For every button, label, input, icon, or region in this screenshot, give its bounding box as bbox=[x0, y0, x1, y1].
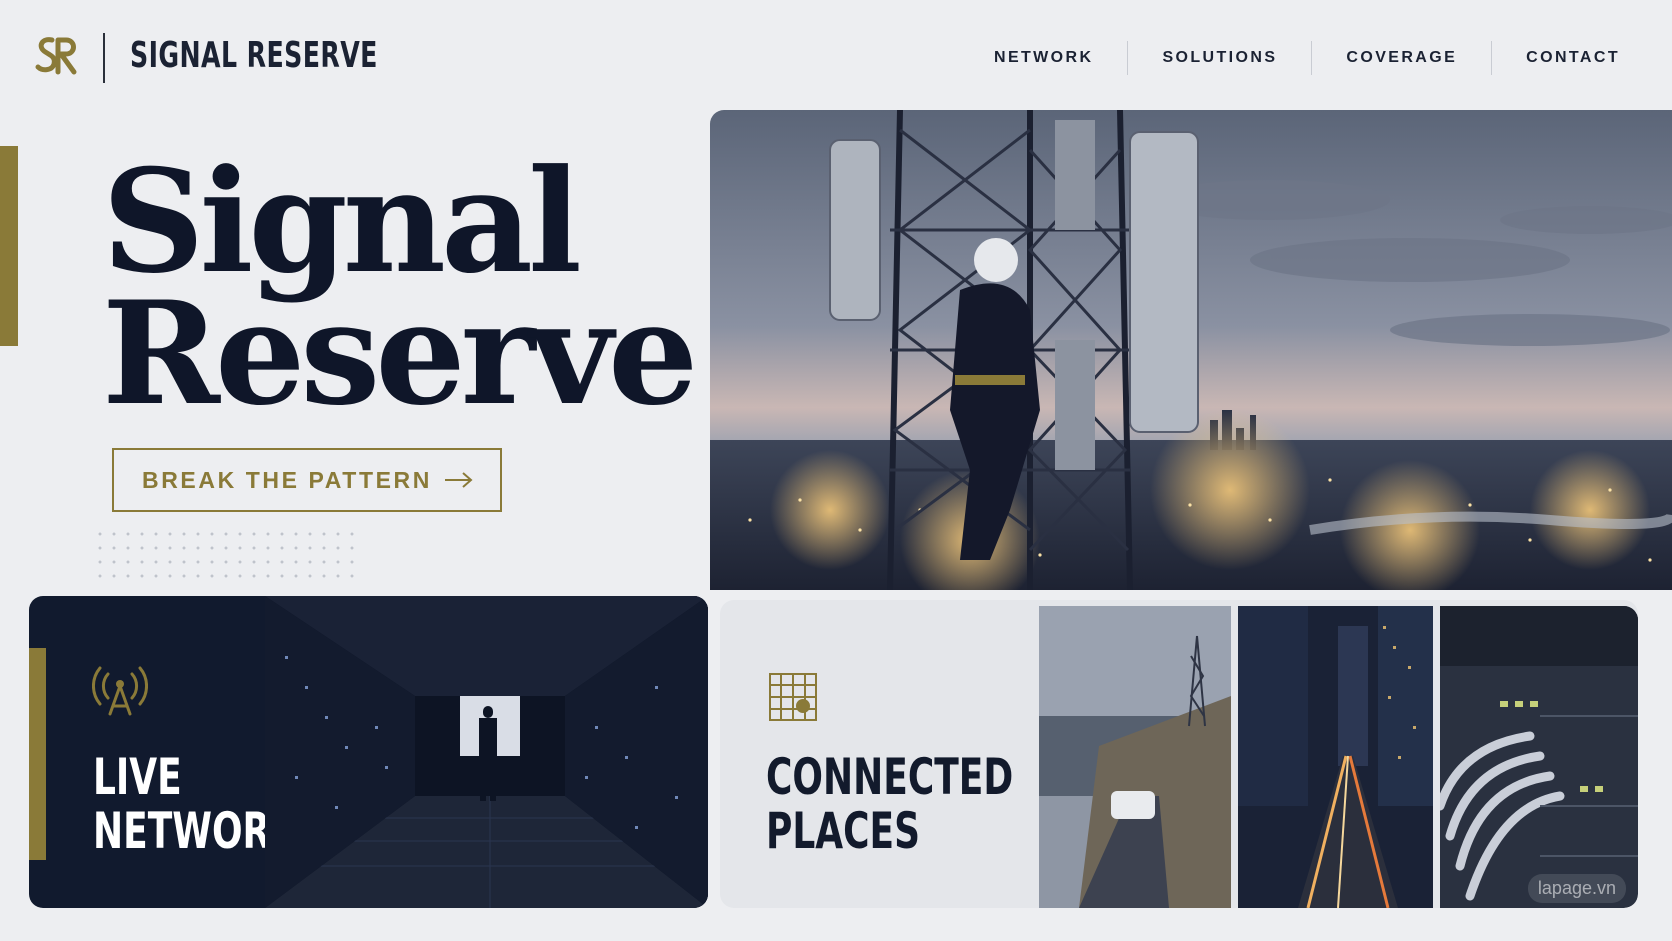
dot-pattern bbox=[93, 527, 363, 583]
logo-divider bbox=[103, 33, 105, 83]
main-nav: NETWORK SOLUTIONS COVERAGE CONTACT bbox=[960, 40, 1620, 76]
nav-network[interactable]: NETWORK bbox=[960, 40, 1127, 76]
nav-coverage[interactable]: COVERAGE bbox=[1312, 40, 1491, 76]
break-the-pattern-button[interactable]: BREAK THE PATTERN bbox=[112, 448, 502, 512]
arrow-right-icon bbox=[445, 472, 473, 488]
places-title-line2: PLACES bbox=[766, 802, 921, 860]
hero-image-tower bbox=[710, 110, 1672, 590]
network-switch-cables-thumbnail[interactable] bbox=[1440, 606, 1638, 908]
logo[interactable] bbox=[34, 34, 80, 76]
antenna-broadcast-icon bbox=[92, 666, 148, 716]
card-accent-bar bbox=[29, 648, 46, 860]
live-network-card[interactable]: LIVE NETWORK bbox=[29, 596, 708, 908]
grid-map-pin-icon bbox=[769, 673, 817, 721]
data-center-image bbox=[265, 596, 708, 908]
coastal-road-thumbnail[interactable] bbox=[1039, 606, 1231, 908]
nav-contact[interactable]: CONTACT bbox=[1492, 40, 1620, 76]
brand-name[interactable]: SIGNAL RESERVE bbox=[130, 34, 378, 78]
places-title-line1: CONNECTED bbox=[766, 748, 1014, 806]
hero-title: Signal Reserve bbox=[102, 139, 698, 437]
watermark: lapage.vn bbox=[1527, 874, 1626, 903]
hero-accent-bar bbox=[0, 146, 18, 346]
cta-label: BREAK THE PATTERN bbox=[142, 466, 432, 493]
sr-logo-icon bbox=[35, 37, 77, 75]
nav-solutions[interactable]: SOLUTIONS bbox=[1128, 40, 1311, 76]
connected-places-title: CONNECTED PLACES bbox=[766, 750, 1013, 858]
hero-title-line2: Reserve bbox=[102, 271, 698, 437]
hero-title-line1: Signal bbox=[102, 139, 582, 305]
city-night-street-thumbnail[interactable] bbox=[1238, 606, 1433, 908]
connected-places-card[interactable]: CONNECTED PLACES bbox=[720, 600, 1638, 908]
